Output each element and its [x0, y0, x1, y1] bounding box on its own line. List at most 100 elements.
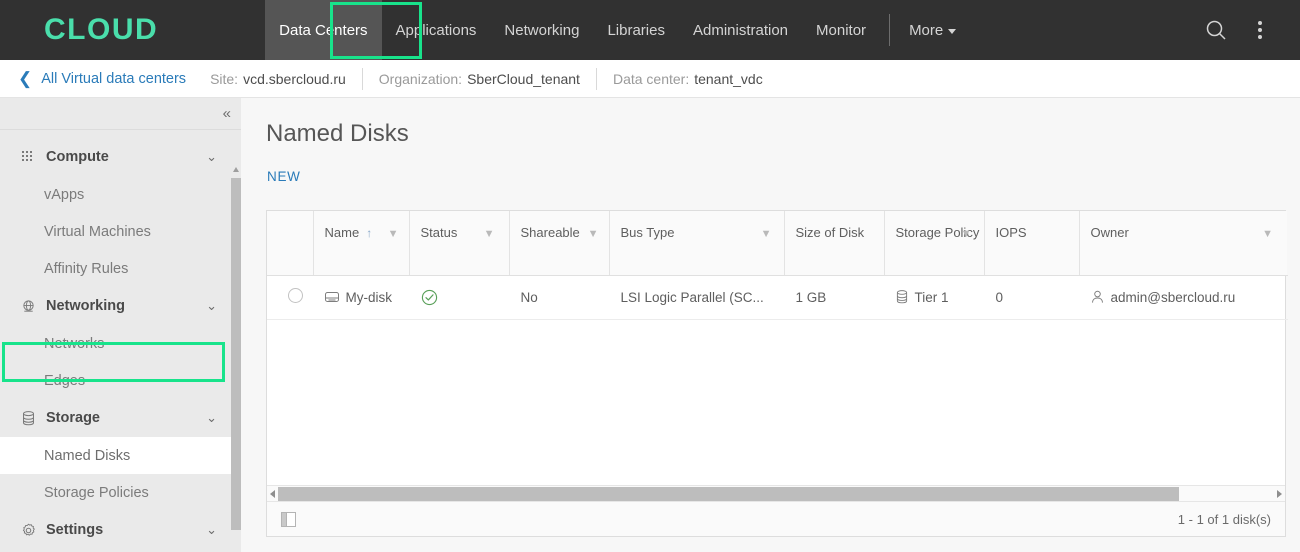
sidebar-group-label: Settings	[46, 522, 104, 538]
nav-item-networking[interactable]: Networking	[490, 0, 593, 60]
breadcrumb-organization-label: Organization:	[378, 70, 463, 87]
column-header-shareable[interactable]: Shareable ▼	[509, 211, 610, 276]
grid-horizontal-scrollbar[interactable]	[267, 485, 1285, 501]
sort-ascending-icon[interactable]: ↑	[366, 226, 372, 240]
sidebar-item-edges[interactable]: Edges	[0, 362, 243, 399]
sidebar-item-vapps[interactable]: vApps	[0, 176, 243, 213]
breadcrumb-organization-value: SberCloud_tenant	[467, 70, 580, 87]
disk-icon	[324, 291, 339, 303]
sidebar-group-label: Compute	[46, 149, 109, 165]
column-settings-icon[interactable]	[281, 511, 296, 527]
column-header-name[interactable]: Name ↑ ▼	[313, 211, 410, 276]
hscroll-thumb[interactable]	[278, 486, 1180, 501]
sidebar-scrollbar[interactable]	[231, 166, 241, 546]
sidebar-group-settings[interactable]: Settings ⌄	[0, 511, 243, 549]
row-radio-button[interactable]	[287, 288, 303, 303]
breadcrumb-site: Site: vcd.sbercloud.ru	[210, 71, 346, 87]
cell-status	[409, 275, 509, 320]
top-header-bar: CLOUD Data Centers Applications Networki…	[0, 0, 1300, 60]
column-label: Owner	[1090, 225, 1129, 240]
main-content: Named Disks NEW Name ↑ ▼ Status ▼ Sharea…	[243, 98, 1300, 552]
column-header-select	[267, 211, 314, 276]
filter-icon[interactable]: ▼	[761, 228, 772, 240]
filter-icon[interactable]: ▼	[388, 228, 399, 240]
search-button[interactable]	[1194, 0, 1238, 60]
filter-icon[interactable]: ▼	[1262, 228, 1273, 240]
cell-owner: admin@sbercloud.ru	[1079, 275, 1287, 320]
column-header-iops[interactable]: IOPS	[984, 211, 1080, 276]
sidebar-item-networks[interactable]: Networks	[0, 325, 243, 362]
filter-icon[interactable]: ▼	[961, 228, 972, 240]
sidebar-scrollbar-thumb[interactable]	[231, 178, 241, 530]
table-body: My-disk No LSI Logic Parallel (SC... 1 G…	[267, 275, 1287, 320]
overflow-menu-button[interactable]	[1238, 0, 1282, 60]
header-actions	[1194, 0, 1300, 60]
sidebar-item-named-disks[interactable]: Named Disks	[0, 437, 243, 474]
hscroll-track[interactable]	[278, 486, 1274, 501]
cell-storage-policy: Tier 1	[884, 275, 984, 320]
breadcrumb-organization: Organization: SberCloud_tenant	[379, 71, 580, 87]
sidebar-group-compute[interactable]: Compute ⌄	[0, 138, 243, 176]
column-label: Shareable	[520, 225, 580, 240]
nav-divider	[889, 14, 891, 46]
breadcrumb-divider	[595, 67, 597, 90]
nav-item-applications[interactable]: Applications	[382, 0, 491, 60]
collapse-left-icon[interactable]: «	[223, 106, 231, 121]
breadcrumb-back-link[interactable]: All Virtual data centers	[41, 71, 186, 87]
named-disks-grid: Name ↑ ▼ Status ▼ Shareable ▼ Bus Type ▼…	[266, 210, 1287, 537]
cell-shareable: No	[509, 275, 609, 320]
breadcrumb-data-center-value: tenant_vdc	[694, 70, 763, 87]
sidebar-item-storage-policies[interactable]: Storage Policies	[0, 474, 243, 511]
column-header-bus-type[interactable]: Bus Type ▼	[609, 211, 785, 276]
sidebar-item-virtual-machines[interactable]: Virtual Machines	[0, 213, 243, 250]
grid-empty-space	[267, 319, 1285, 485]
sidebar-header: «	[0, 98, 243, 130]
sidebar-group-label: Networking	[46, 298, 125, 314]
breadcrumb-data-center: Data center: tenant_vdc	[613, 71, 763, 87]
column-header-status[interactable]: Status ▼	[409, 211, 510, 276]
back-chevron-icon[interactable]: ❮	[18, 70, 32, 87]
sidebar-group-storage[interactable]: Storage ⌄	[0, 399, 243, 437]
chevron-down-icon: ⌄	[206, 410, 217, 425]
column-label: Size of Disk	[795, 225, 865, 240]
sidebar-item-affinity-rules[interactable]: Affinity Rules	[0, 250, 243, 287]
scroll-right-arrow-icon[interactable]	[1277, 489, 1282, 498]
nav-item-monitor[interactable]: Monitor	[802, 0, 880, 60]
grid-footer: 1 - 1 of 1 disk(s)	[267, 501, 1285, 536]
filter-icon[interactable]: ▼	[484, 228, 495, 240]
table-row[interactable]: My-disk No LSI Logic Parallel (SC... 1 G…	[267, 275, 1287, 320]
chevron-down-icon	[948, 28, 957, 34]
column-label: Status	[420, 225, 458, 240]
row-select-cell[interactable]	[267, 275, 313, 320]
chevron-down-icon: ⌄	[206, 298, 217, 313]
nav-item-administration[interactable]: Administration	[679, 0, 802, 60]
breadcrumb-divider	[361, 67, 363, 90]
filter-icon[interactable]: ▼	[588, 228, 599, 240]
nav-item-more[interactable]: More	[899, 0, 966, 60]
sidebar-group-label: Storage	[46, 410, 100, 426]
app-logo[interactable]: CLOUD	[44, 15, 158, 45]
grid-toolbar: NEW	[243, 148, 1300, 194]
chevron-down-icon: ⌄	[206, 149, 217, 164]
column-header-storage-policy[interactable]: Storage Policy ▼	[884, 211, 985, 276]
search-icon	[1206, 20, 1226, 40]
column-header-size-of-disk[interactable]: Size of Disk	[784, 211, 885, 276]
sidebar-group-networking[interactable]: Networking ⌄	[0, 287, 243, 325]
grid-dots-icon	[19, 148, 37, 166]
table-header-row: Name ↑ ▼ Status ▼ Shareable ▼ Bus Type ▼…	[267, 211, 1287, 276]
owner-text: admin@sbercloud.ru	[1110, 289, 1236, 305]
cell-name[interactable]: My-disk	[313, 275, 409, 320]
new-disk-button[interactable]: NEW	[267, 169, 301, 184]
scroll-up-arrow-icon[interactable]	[233, 167, 239, 172]
database-icon	[19, 409, 37, 427]
nav-item-libraries[interactable]: Libraries	[593, 0, 679, 60]
cell-bus-type: LSI Logic Parallel (SC...	[609, 275, 784, 320]
scroll-left-arrow-icon[interactable]	[270, 489, 275, 498]
column-header-owner[interactable]: Owner ▼	[1079, 211, 1287, 276]
breadcrumb-data-center-label: Data center:	[612, 70, 690, 87]
record-count-label: 1 - 1 of 1 disk(s)	[1177, 511, 1271, 527]
gear-icon	[19, 521, 37, 539]
nav-item-data-centers[interactable]: Data Centers	[265, 0, 382, 60]
user-icon	[1091, 290, 1104, 304]
column-label: IOPS	[995, 225, 1027, 240]
